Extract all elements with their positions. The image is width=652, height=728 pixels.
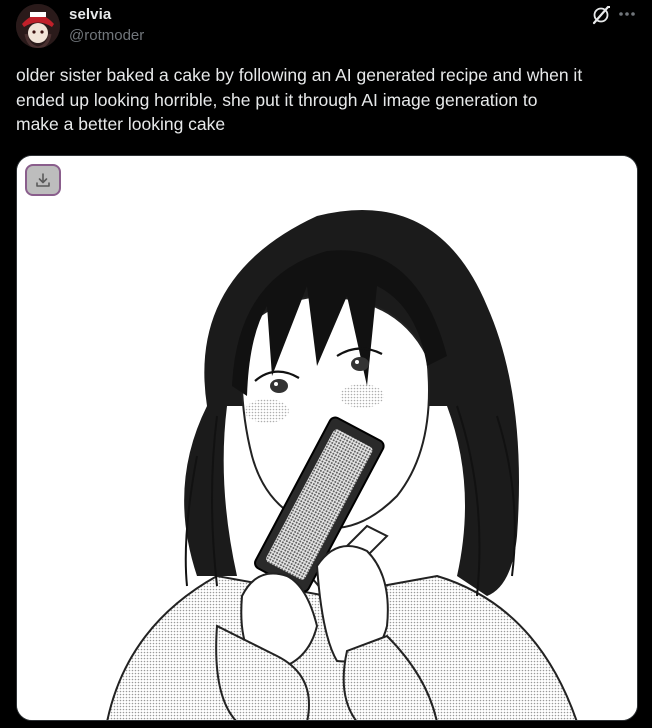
tweet-media[interactable] bbox=[16, 155, 638, 721]
tweet-text: older sister baked a cake by following a… bbox=[16, 65, 583, 134]
avatar[interactable] bbox=[16, 4, 60, 48]
avatar-icon bbox=[16, 4, 60, 48]
manga-illustration-image bbox=[17, 156, 637, 720]
download-icon bbox=[36, 173, 50, 187]
more-options-icon[interactable] bbox=[616, 3, 638, 25]
tweet-post: selvia @rotmoder older sister baked a ca… bbox=[0, 0, 652, 728]
grok-icon[interactable] bbox=[590, 4, 612, 26]
user-handle[interactable]: @rotmoder bbox=[69, 27, 144, 44]
display-name[interactable]: selvia bbox=[69, 6, 111, 23]
download-button[interactable] bbox=[25, 164, 61, 196]
